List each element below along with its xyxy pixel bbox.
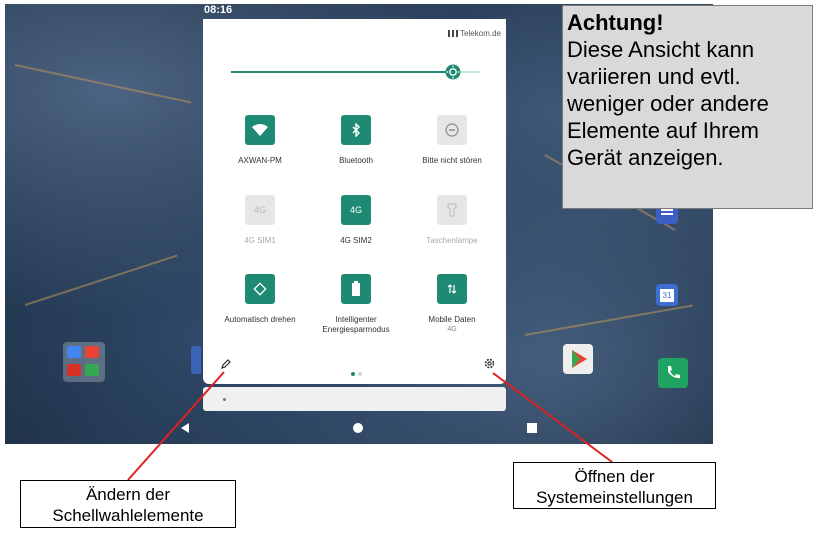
settings-callout-line1: Öffnen der xyxy=(574,467,655,486)
edit-callout-line1: Ändern der xyxy=(85,485,171,504)
settings-callout-line2: Systemeinstellungen xyxy=(536,488,693,507)
callout-lines xyxy=(127,371,613,481)
edit-callout-line2: Schellwahlelemente xyxy=(52,506,204,525)
edit-callout: Ändern der Schellwahlelemente xyxy=(20,480,236,528)
settings-callout: Öffnen der Systemeinstellungen xyxy=(513,462,716,509)
settings-callout-line xyxy=(492,372,613,463)
edit-callout-line xyxy=(127,371,225,481)
